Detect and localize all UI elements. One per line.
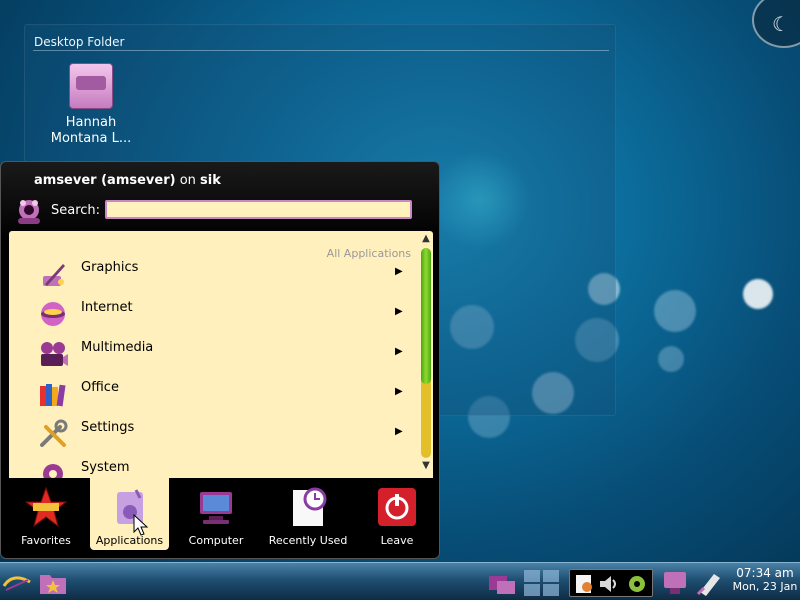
submenu-arrow-icon: ▶ [395,266,403,277]
submenu-arrow-icon: ▶ [395,426,403,437]
gear-icon[interactable] [625,573,649,595]
tab-favorites[interactable]: Favorites [3,478,89,550]
applications-panel: All Applications Graphics ▶ Internet ▶ M… [9,231,433,478]
scroll-down-icon[interactable]: ▼ [419,460,433,474]
tab-label: Applications [95,534,164,547]
scroll-up-icon[interactable]: ▲ [419,233,433,247]
tab-applications[interactable]: Applications [90,478,169,550]
mouse-cursor-icon [133,514,149,536]
scroll-thumb[interactable] [421,248,431,384]
menu-host-name: sik [200,173,221,188]
search-icon [18,200,40,224]
search-label: Search: [51,203,101,218]
multimedia-icon [41,342,68,366]
tab-label: Recently Used [268,534,348,547]
clock-document-icon [293,487,327,526]
category-internet[interactable]: Internet ▶ [9,294,409,334]
display-monitor-icon[interactable] [661,568,689,598]
settings-icon [40,419,68,447]
office-icon [40,384,66,407]
window-list-icon[interactable] [487,572,517,596]
pager-icon[interactable] [522,568,562,598]
desktop-toolbox-button[interactable]: ☾ [752,0,800,48]
category-office[interactable]: Office ▶ [9,374,409,414]
category-label: System [81,460,130,475]
category-label: Settings [81,420,135,435]
submenu-arrow-icon: ▶ [395,306,403,317]
tab-recently-used[interactable]: Recently Used [263,478,353,550]
category-label: Office [81,380,119,395]
category-label: Graphics [81,260,139,275]
tab-leave[interactable]: Leave [357,478,437,550]
category-label: Multimedia [81,340,154,355]
wallpaper-bokeh [654,290,696,332]
menu-user-name: amsever (amsever) [34,173,176,188]
drive-icon [69,63,113,109]
digital-clock[interactable]: 07:34 am Mon, 23 Jan [730,566,800,593]
system-tray [569,569,653,597]
toolbox-icon: ☾ [772,12,790,36]
tab-label: Leave [380,534,414,547]
computer-icon [200,492,232,524]
category-settings[interactable]: Settings ▶ [9,414,409,454]
wallpaper-bokeh [658,346,684,372]
launcher-tab-bar: Favorites Applications Computer Recently… [1,478,439,550]
desktop-folder-divider [33,50,609,51]
application-launcher-menu: amsever (amsever) on sik Search: All App… [0,161,440,559]
category-graphics[interactable]: Graphics ▶ [9,254,409,294]
submenu-arrow-icon: ▶ [395,386,403,397]
category-multimedia[interactable]: Multimedia ▶ [9,334,409,374]
tab-computer[interactable]: Computer [171,478,261,550]
submenu-arrow-icon: ▶ [395,346,403,357]
desktop-icon-label: Hannah Montana L... [50,115,132,146]
clock-time: 07:34 am [736,566,794,580]
panel-scrollbar[interactable]: ▲ ▼ [419,231,433,478]
clipboard-icon[interactable] [573,573,595,595]
category-system[interactable]: System [9,454,409,478]
search-input[interactable] [105,200,412,219]
wallpaper-bokeh [743,279,773,309]
menu-user-on: on [179,173,196,188]
star-icon [24,486,68,528]
kickoff-launcher-icon[interactable] [2,570,32,596]
category-label: Internet [81,300,133,315]
volume-icon[interactable] [598,573,620,595]
desktop-icon-drive[interactable]: Hannah Montana L... [49,63,133,147]
removable-device-icon[interactable] [696,570,724,596]
clock-date: Mon, 23 Jan [732,580,798,593]
tab-label: Favorites [21,534,71,547]
menu-user-header: amsever (amsever) on sik [34,173,221,188]
desktop-folder-title: Desktop Folder [34,35,125,49]
folder-icon[interactable] [38,570,68,596]
internet-icon [41,302,65,326]
tab-label: Computer [188,534,244,547]
system-icon [43,464,63,478]
graphics-icon [43,264,65,286]
power-icon [378,488,416,526]
